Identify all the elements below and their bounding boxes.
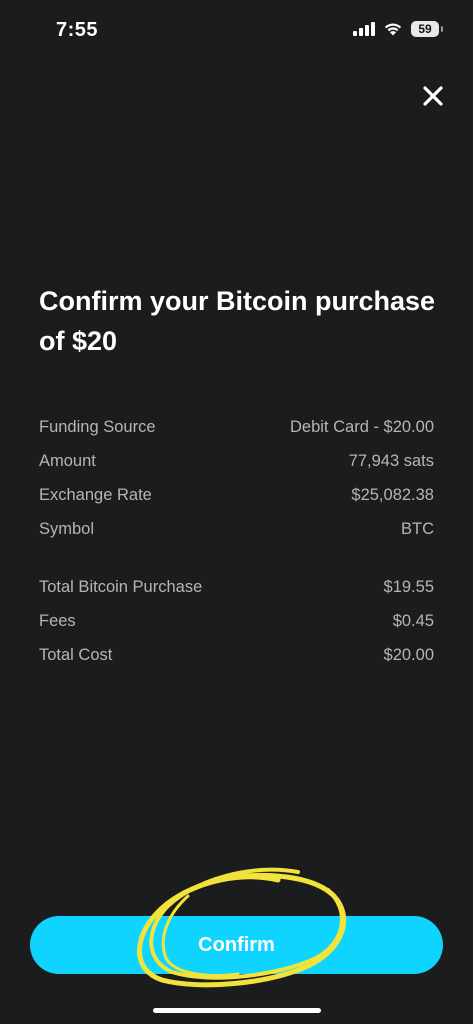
total-value: $20.00 [383,646,434,664]
total-value: $19.55 [383,578,434,596]
status-bar: 7:55 59 [0,0,473,60]
battery-icon: 59 [411,21,443,37]
wifi-icon [384,23,402,36]
detail-label: Exchange Rate [39,486,152,504]
total-label: Total Bitcoin Purchase [39,578,203,596]
confirm-button[interactable]: Confirm [30,916,443,974]
detail-value: Debit Card - $20.00 [290,418,434,436]
close-icon [423,86,443,106]
total-value: $0.45 [392,612,434,630]
detail-row-exchange-rate: Exchange Rate $25,082.38 [39,482,434,516]
confirm-area: Confirm [30,916,443,974]
status-icons: 59 [353,21,443,37]
detail-label: Symbol [39,520,95,538]
page-title: Confirm your Bitcoin purchase of $20 [39,286,436,356]
total-label: Total Cost [39,646,113,664]
detail-label: Amount [39,452,96,470]
total-row-fees: Fees $0.45 [39,608,434,642]
detail-row-symbol: Symbol BTC [39,516,434,550]
total-label: Fees [39,612,76,630]
close-button[interactable] [417,80,449,112]
signal-icon [353,22,375,36]
home-indicator[interactable] [153,1008,321,1013]
purchase-details: Funding Source Debit Card - $20.00 Amoun… [39,414,434,550]
total-row-bitcoin-purchase: Total Bitcoin Purchase $19.55 [39,574,434,608]
detail-label: Funding Source [39,418,156,436]
status-time: 7:55 [56,19,99,41]
detail-value: BTC [401,520,434,538]
detail-row-amount: Amount 77,943 sats [39,448,434,482]
detail-value: $25,082.38 [351,486,434,504]
total-row-total-cost: Total Cost $20.00 [39,642,434,676]
detail-value: 77,943 sats [348,452,434,470]
purchase-totals: Total Bitcoin Purchase $19.55 Fees $0.45… [39,574,434,676]
detail-row-funding-source: Funding Source Debit Card - $20.00 [39,414,434,448]
